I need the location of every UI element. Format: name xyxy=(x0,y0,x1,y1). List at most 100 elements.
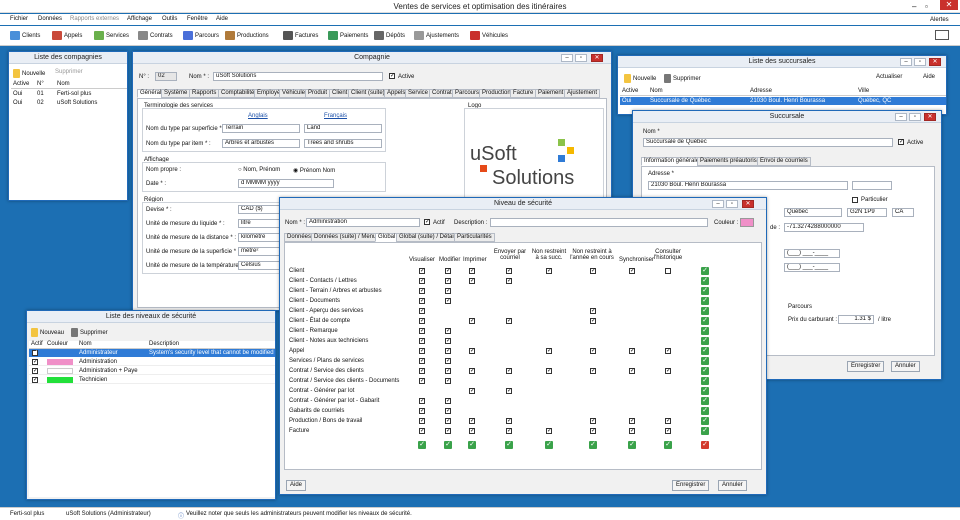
col-toggle-icon[interactable]: ✓ xyxy=(628,441,636,449)
row-enable-icon[interactable]: ✓ xyxy=(701,327,709,335)
radio-nom-prenom[interactable]: ○ Nom, Prénom xyxy=(238,167,280,173)
branch-save-button[interactable]: Enregistrer xyxy=(847,361,885,372)
postal-code-field[interactable]: G2N 1P9 xyxy=(847,208,887,217)
minimize-icon[interactable]: – xyxy=(900,58,912,66)
col-toggle-icon[interactable]: ✓ xyxy=(589,441,597,449)
toolbar-contrats[interactable]: Contrats xyxy=(138,31,173,40)
minimize-icon[interactable]: – xyxy=(895,113,907,121)
tab-contrat[interactable]: Contrat xyxy=(429,89,455,98)
perm-checkbox[interactable]: ✓ xyxy=(590,418,596,424)
perm-checkbox[interactable]: ✓ xyxy=(445,428,451,434)
perm-checkbox[interactable]: ✓ xyxy=(419,288,425,294)
toolbar-depots[interactable]: Dépôts xyxy=(374,31,405,40)
perm-checkbox[interactable]: ✓ xyxy=(546,428,552,434)
tab-ajustement[interactable]: Ajustement xyxy=(564,89,601,98)
perm-checkbox[interactable]: ✓ xyxy=(629,428,635,434)
radio-prenom-nom[interactable]: ◉ Prénom Nom xyxy=(293,167,335,174)
menu-fenetre[interactable]: Fenêtre xyxy=(187,16,208,22)
alerts-link[interactable]: Alertes xyxy=(930,17,949,23)
province-select[interactable]: Québec xyxy=(784,208,842,217)
row-enable-icon[interactable]: ✓ xyxy=(701,397,709,405)
perm-checkbox[interactable]: ✓ xyxy=(419,268,425,274)
table-row[interactable]: ✓ Administration xyxy=(29,358,275,366)
perm-checkbox[interactable]: ✓ xyxy=(665,418,671,424)
col-toggle-icon[interactable]: ✓ xyxy=(505,441,513,449)
tab-vehicule[interactable]: Véhicule xyxy=(279,89,309,98)
new-branch-button[interactable]: Nouvelle xyxy=(624,74,656,83)
menu-aide[interactable]: Aide xyxy=(216,16,228,22)
fuel-field[interactable]: 1.31 $ xyxy=(838,315,874,324)
perm-checkbox[interactable]: ✓ xyxy=(506,278,512,284)
tab-service[interactable]: Service xyxy=(405,89,432,98)
refresh-button[interactable]: Actualiser xyxy=(876,74,902,80)
perm-checkbox[interactable]: ✓ xyxy=(469,428,475,434)
tab-systeme[interactable]: Système xyxy=(161,89,191,98)
perm-checkbox[interactable]: ✓ xyxy=(469,278,475,284)
perm-checkbox[interactable]: ✓ xyxy=(445,408,451,414)
perm-checkbox[interactable] xyxy=(665,268,671,274)
perm-checkbox[interactable]: ✓ xyxy=(419,428,425,434)
menu-outils[interactable]: Outils xyxy=(162,16,177,22)
toolbar-factures[interactable]: Factures xyxy=(283,31,318,40)
row-enable-icon[interactable]: ✓ xyxy=(701,317,709,325)
perm-checkbox[interactable]: ✓ xyxy=(445,338,451,344)
date-format-select[interactable]: d MMMM yyyy xyxy=(238,179,334,188)
perm-checkbox[interactable]: ✓ xyxy=(445,348,451,354)
perm-checkbox[interactable]: ✓ xyxy=(445,378,451,384)
col-toggle-icon[interactable]: ✓ xyxy=(545,441,553,449)
col-toggle-icon[interactable]: ✓ xyxy=(468,441,476,449)
perm-checkbox[interactable]: ✓ xyxy=(590,268,596,274)
new-company-button[interactable]: Nouvelle xyxy=(13,69,45,78)
currency-select[interactable]: CAD ($) xyxy=(238,205,284,214)
perm-checkbox[interactable]: ✓ xyxy=(419,398,425,404)
row-enable-icon[interactable]: ✓ xyxy=(701,277,709,285)
uncheck-all-icon[interactable]: ✓ xyxy=(701,441,709,449)
perm-checkbox[interactable]: ✓ xyxy=(445,418,451,424)
security-save-button[interactable]: Enregistrer xyxy=(672,480,710,491)
item-fr-field[interactable]: Trees and shrubs xyxy=(304,139,382,148)
table-row[interactable]: Oui 02 uSoft Solutions xyxy=(11,99,127,107)
address-field[interactable]: 21030 Boul. Henri Bourassa xyxy=(648,181,848,190)
security-active-checkbox[interactable]: ✓ xyxy=(424,219,430,225)
perm-checkbox[interactable]: ✓ xyxy=(546,268,552,274)
toolbar-clients[interactable]: Clients xyxy=(10,31,40,40)
maximize-icon[interactable]: ▫ xyxy=(575,54,587,62)
col-toggle-icon[interactable]: ✓ xyxy=(444,441,452,449)
country-select[interactable]: CA xyxy=(892,208,914,217)
row-enable-icon[interactable]: ✓ xyxy=(701,357,709,365)
temp-select[interactable]: Celsius xyxy=(238,261,284,270)
perm-checkbox[interactable]: ✓ xyxy=(629,348,635,354)
table-row[interactable]: Oui 01 Ferti-sol plus xyxy=(11,90,127,98)
toolbar-vehicules[interactable]: Véhicules xyxy=(470,31,508,40)
close-icon[interactable]: ✕ xyxy=(924,113,936,121)
row-checkbox[interactable]: ✓ xyxy=(32,377,38,383)
col-toggle-icon[interactable]: ✓ xyxy=(418,441,426,449)
row-checkbox[interactable]: ✓ xyxy=(32,368,38,374)
num-field[interactable]: 02 xyxy=(155,72,177,81)
perm-checkbox[interactable]: ✓ xyxy=(419,298,425,304)
row-enable-icon[interactable]: ✓ xyxy=(701,377,709,385)
tab-paiement[interactable]: Paiement xyxy=(535,89,567,98)
new-level-button[interactable]: Nouveau xyxy=(31,328,64,337)
row-enable-icon[interactable]: ✓ xyxy=(701,367,709,375)
row-enable-icon[interactable]: ✓ xyxy=(701,297,709,305)
tab-produit[interactable]: Produit xyxy=(305,89,331,98)
keyboard-icon[interactable] xyxy=(935,30,949,40)
perm-checkbox[interactable]: ✓ xyxy=(590,348,596,354)
maximize-icon[interactable]: ▫ xyxy=(909,113,921,121)
particulier-checkbox[interactable] xyxy=(852,197,858,203)
table-row[interactable]: ✓ Technicien xyxy=(29,376,275,384)
perm-checkbox[interactable]: ✓ xyxy=(419,278,425,284)
perm-checkbox[interactable]: ✓ xyxy=(445,368,451,374)
menu-fichier[interactable]: Fichier xyxy=(10,16,28,22)
perm-checkbox[interactable]: ✓ xyxy=(546,368,552,374)
row-enable-icon[interactable]: ✓ xyxy=(701,307,709,315)
security-cancel-button[interactable]: Annuler xyxy=(718,480,747,491)
perm-checkbox[interactable]: ✓ xyxy=(445,398,451,404)
minimize-icon[interactable]: – xyxy=(561,54,573,62)
menu-affichage[interactable]: Affichage xyxy=(127,16,152,22)
table-row[interactable]: Oui Succursale de Québec 21030 Boul. Hen… xyxy=(620,97,946,105)
close-icon[interactable]: ✕ xyxy=(940,0,958,10)
menu-donnees[interactable]: Données xyxy=(38,16,62,22)
perm-checkbox[interactable]: ✓ xyxy=(419,338,425,344)
